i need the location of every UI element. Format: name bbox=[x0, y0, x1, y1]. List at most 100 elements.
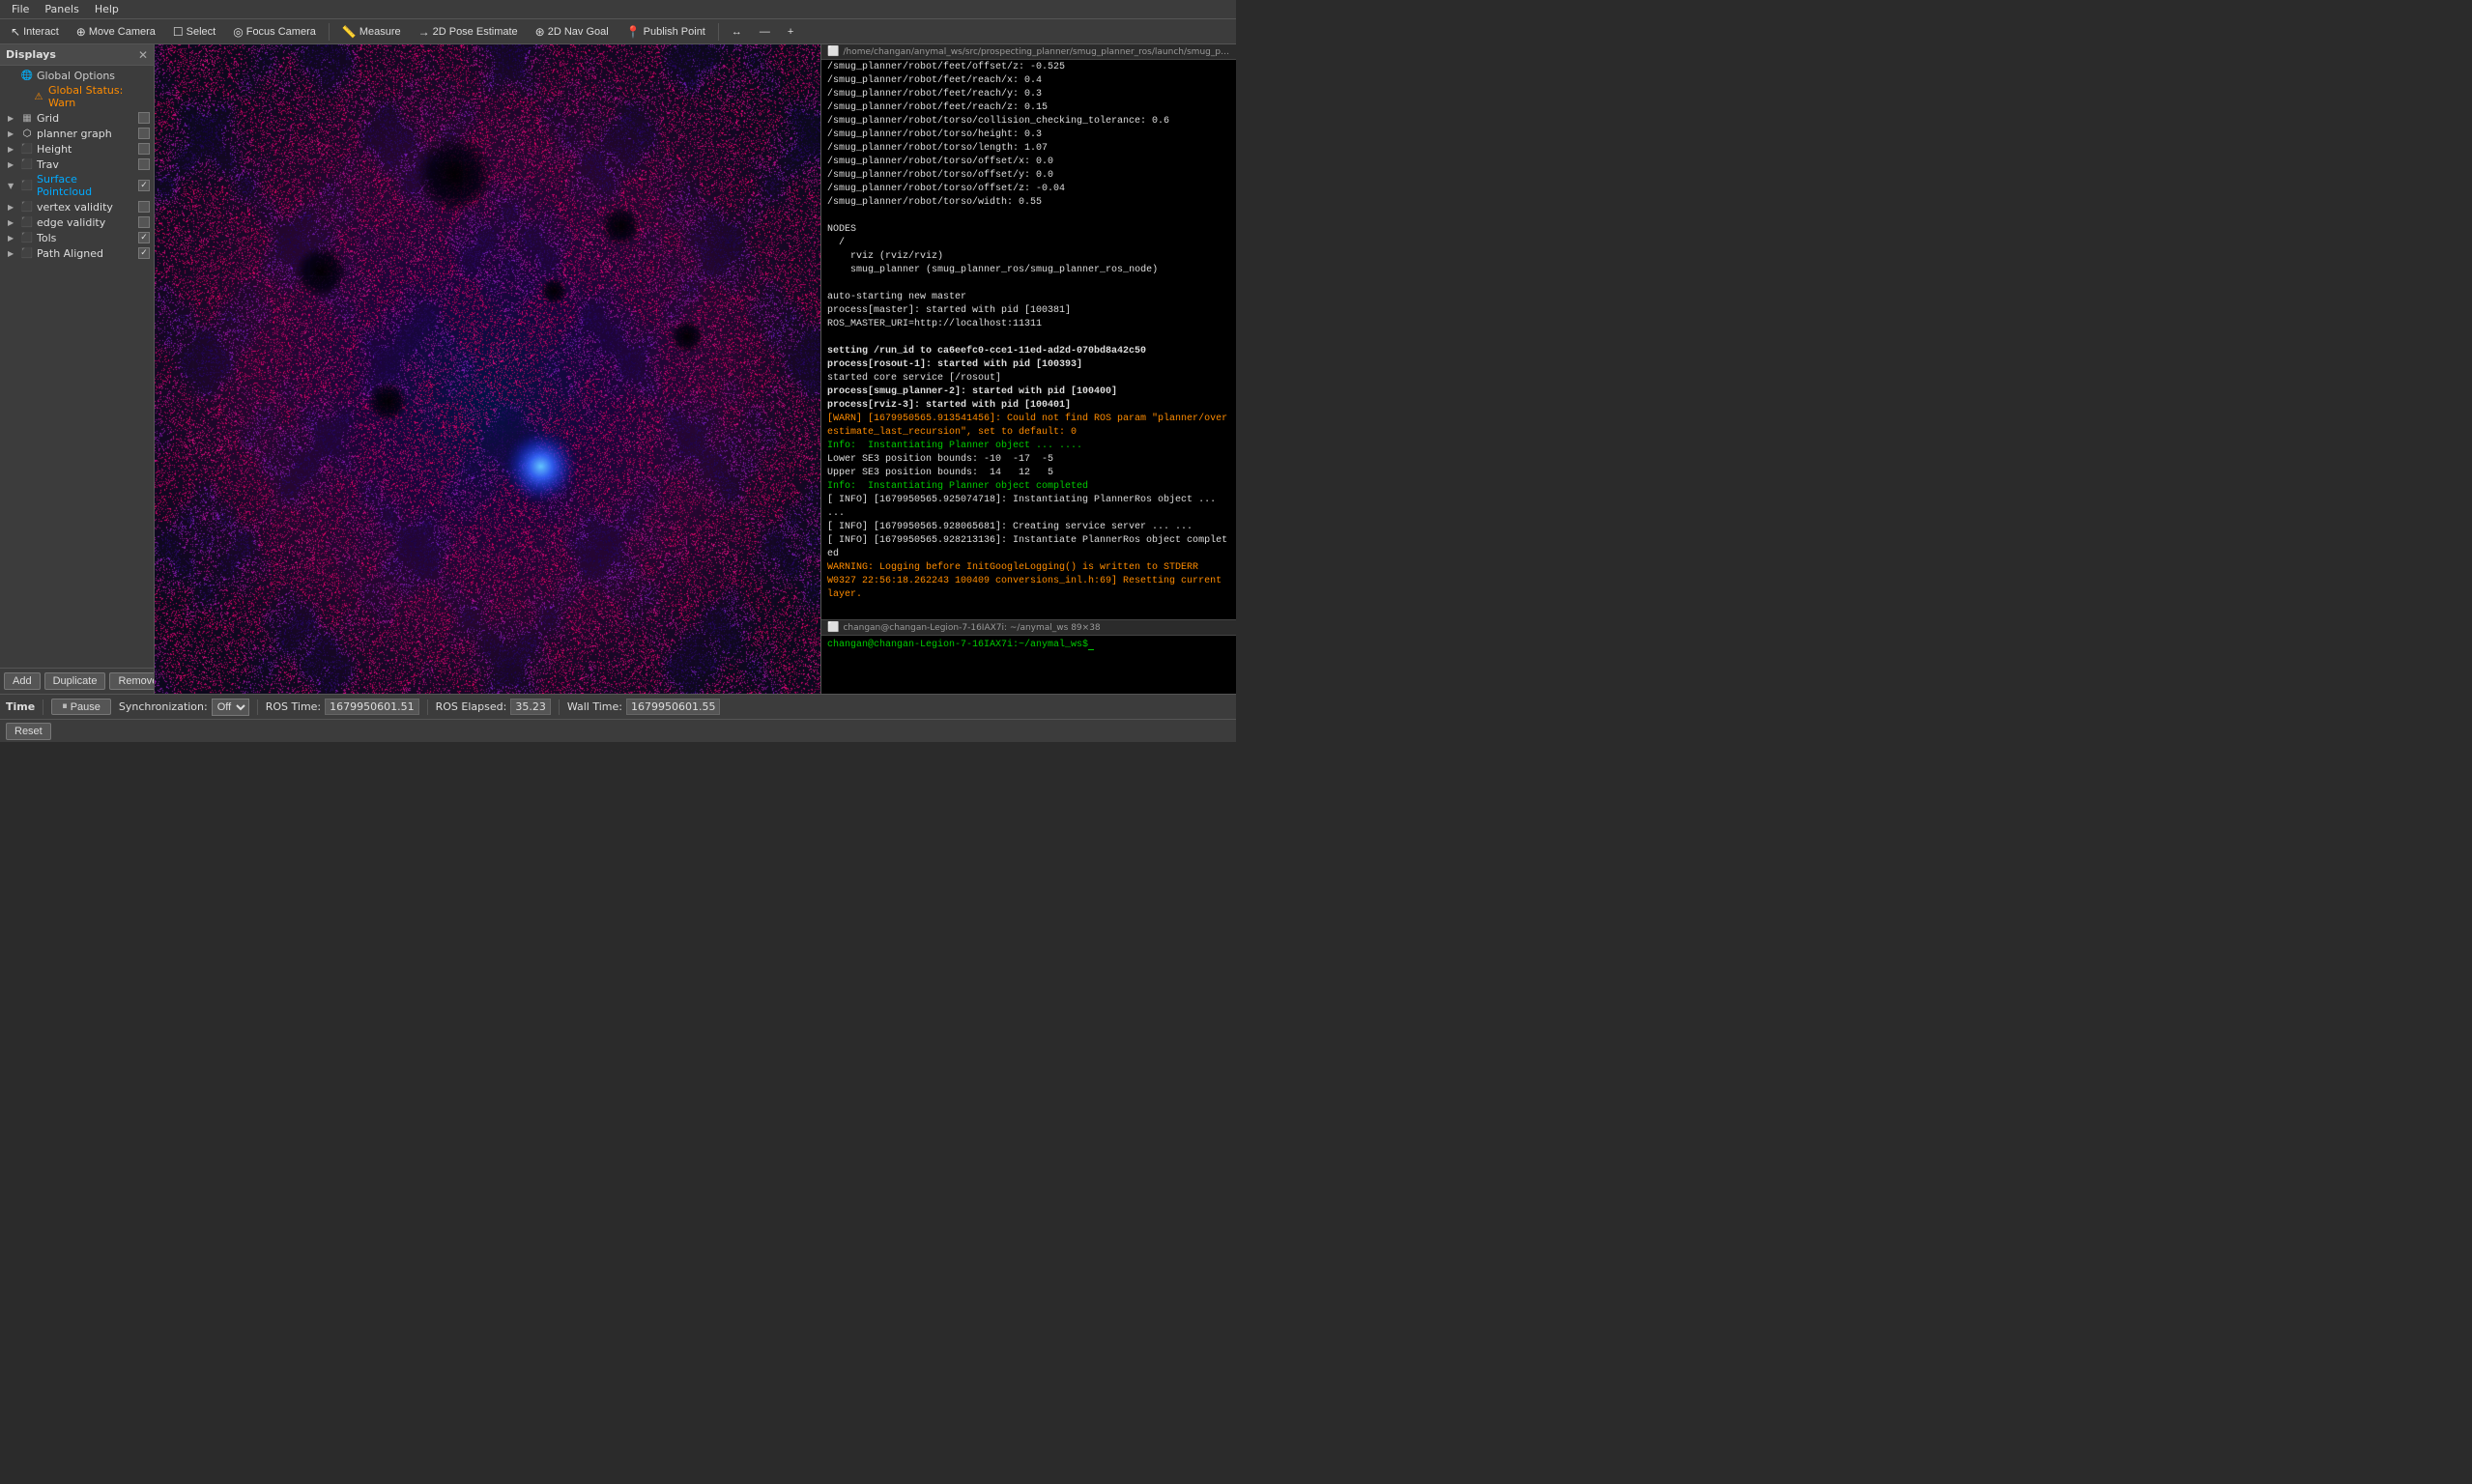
display-item-planner-graph[interactable]: ▶ ⬡ planner graph bbox=[0, 126, 154, 141]
display-item-edge-validity[interactable]: ▶ ⬛ edge validity bbox=[0, 214, 154, 230]
sync-select[interactable]: Off bbox=[212, 699, 249, 716]
toolbar-separator-1 bbox=[329, 23, 330, 41]
move-camera-icon: ⊕ bbox=[76, 25, 86, 39]
global-status-label: Global Status: Warn bbox=[48, 84, 150, 109]
extra-btn-3[interactable]: + bbox=[781, 23, 800, 41]
focus-camera-button[interactable]: ◎ Focus Camera bbox=[226, 22, 323, 42]
display-item-vertex-validity[interactable]: ▶ ⬛ vertex validity bbox=[0, 199, 154, 214]
surface-pointcloud-icon: ⬛ bbox=[20, 181, 34, 191]
expand-arrow-icon: ▼ bbox=[8, 182, 17, 190]
terminal-line: ROS_MASTER_URI=http://localhost:11311 bbox=[827, 318, 1230, 331]
vertex-validity-label: vertex validity bbox=[37, 201, 135, 214]
terminal-line: /smug_planner/robot/feet/reach/y: 0.3 bbox=[827, 88, 1230, 101]
terminal-line: /smug_planner/robot/torso/height: 0.3 bbox=[827, 128, 1230, 142]
planner-graph-label: planner graph bbox=[37, 128, 135, 140]
terminal-line: /smug_planner/robot/torso/collision_chec… bbox=[827, 115, 1230, 128]
global-options-label: Global Options bbox=[37, 70, 150, 82]
display-item-global-options[interactable]: 🌐 Global Options bbox=[0, 68, 154, 83]
terminal-line bbox=[827, 210, 1230, 223]
terminal-line: [ INFO] [1679950565.928065681]: Creating… bbox=[827, 521, 1230, 534]
terminal-line: process[rviz-3]: started with pid [10040… bbox=[827, 399, 1230, 413]
ros-elapsed-value: 35.23 bbox=[510, 699, 551, 715]
cursor-block: █ bbox=[1088, 640, 1094, 650]
height-checkbox[interactable] bbox=[138, 143, 150, 155]
vertex-validity-checkbox[interactable] bbox=[138, 201, 150, 213]
terminal-top-bar: ⬜ /home/changan/anymal_ws/src/prospectin… bbox=[821, 44, 1236, 60]
menu-file[interactable]: File bbox=[4, 1, 37, 17]
terminal-line: /smug_planner/robot/feet/reach/x: 0.4 bbox=[827, 74, 1230, 88]
path-aligned-checkbox[interactable] bbox=[138, 247, 150, 259]
terminal-line: WARNING: Logging before InitGoogleLoggin… bbox=[827, 561, 1230, 575]
extra-btn-1[interactable]: ↔ bbox=[725, 23, 749, 41]
duplicate-button[interactable]: Duplicate bbox=[44, 672, 106, 690]
displays-list: 🌐 Global Options ⚠ Global Status: Warn ▶… bbox=[0, 66, 154, 668]
expand-arrow-icon: ▶ bbox=[8, 160, 17, 169]
terminal-content[interactable]: /smug_planner/planner/traversability_thr… bbox=[821, 60, 1236, 619]
edge-validity-checkbox[interactable] bbox=[138, 216, 150, 228]
measure-icon: 📏 bbox=[342, 25, 357, 39]
terminal-line: /smug_planner/robot/torso/length: 1.07 bbox=[827, 142, 1230, 156]
display-item-surface-pointcloud[interactable]: ▼ ⬛ Surface Pointcloud bbox=[0, 172, 154, 199]
measure-button[interactable]: 📏 Measure bbox=[335, 22, 408, 42]
terminal-line: Upper SE3 position bounds: 14 12 5 bbox=[827, 467, 1230, 480]
ros-time-value: 1679950601.51 bbox=[325, 699, 418, 715]
display-item-global-status[interactable]: ⚠ Global Status: Warn bbox=[0, 83, 154, 110]
tols-label: Tols bbox=[37, 232, 135, 244]
display-item-grid[interactable]: ▶ ▦ Grid bbox=[0, 110, 154, 126]
interact-button[interactable]: ↖ Interact bbox=[4, 22, 66, 42]
display-item-tols[interactable]: ▶ ⬛ Tols bbox=[0, 230, 154, 245]
displays-header: Displays ✕ bbox=[0, 44, 154, 66]
display-item-path-aligned[interactable]: ▶ ⬛ Path Aligned bbox=[0, 245, 154, 261]
terminal-line: /smug_planner/robot/torso/offset/z: -0.0… bbox=[827, 183, 1230, 196]
extra-btn-2[interactable]: — bbox=[753, 23, 777, 41]
viewport[interactable] bbox=[155, 44, 820, 694]
path-aligned-label: Path Aligned bbox=[37, 247, 135, 260]
terminal-line: [ INFO] [1679950565.928213136]: Instanti… bbox=[827, 534, 1230, 561]
terminal-bottom[interactable]: changan@changan-Legion-7-16IAX7i:~/anyma… bbox=[821, 636, 1236, 694]
pause-button[interactable]: ⏸ Pause bbox=[51, 699, 111, 715]
terminal-line: Info: Instantiating Planner object compl… bbox=[827, 480, 1230, 494]
toolbar: ↖ Interact ⊕ Move Camera ☐ Select ◎ Focu… bbox=[0, 19, 1236, 44]
reset-button[interactable]: Reset bbox=[6, 723, 51, 740]
move-camera-button[interactable]: ⊕ Move Camera bbox=[70, 22, 162, 42]
planner-graph-icon: ⬡ bbox=[20, 128, 34, 139]
terminal-line: W0327 22:56:18.262243 100409 conversions… bbox=[827, 575, 1230, 602]
surface-pointcloud-checkbox[interactable] bbox=[138, 180, 150, 191]
tols-checkbox[interactable] bbox=[138, 232, 150, 243]
menu-help[interactable]: Help bbox=[87, 1, 127, 17]
edge-validity-label: edge validity bbox=[37, 216, 135, 229]
expand-arrow-icon: ▶ bbox=[8, 249, 17, 258]
terminal-line: /smug_planner/robot/feet/offset/z: -0.52… bbox=[827, 61, 1230, 74]
terminal-line: rviz (rviz/rviz) bbox=[827, 250, 1230, 264]
wall-time-value: 1679950601.55 bbox=[626, 699, 720, 715]
status-bar: Time ⏸ Pause Synchronization: Off ROS Ti… bbox=[0, 694, 1236, 719]
interact-icon: ↖ bbox=[11, 25, 20, 39]
planner-graph-checkbox[interactable] bbox=[138, 128, 150, 139]
pause-button-container: ⏸ Pause bbox=[51, 699, 111, 715]
expand-arrow-icon: ▶ bbox=[8, 218, 17, 227]
left-panel: Displays ✕ 🌐 Global Options ⚠ Global Sta… bbox=[0, 44, 155, 694]
terminal-line: /smug_planner/robot/feet/reach/z: 0.15 bbox=[827, 101, 1230, 115]
menu-panels[interactable]: Panels bbox=[37, 1, 86, 17]
terminal-line: NODES bbox=[827, 223, 1230, 237]
remove-button[interactable]: Remove bbox=[109, 672, 155, 690]
display-item-height[interactable]: ▶ ⬛ Height bbox=[0, 141, 154, 157]
terminal-line: auto-starting new master bbox=[827, 291, 1230, 304]
add-button[interactable]: Add bbox=[4, 672, 41, 690]
nav-goal-button[interactable]: ⊛ 2D Nav Goal bbox=[529, 22, 616, 42]
panel-buttons: Add Duplicate Remove Rename bbox=[0, 668, 154, 694]
pointcloud-canvas[interactable] bbox=[155, 44, 820, 694]
surface-pointcloud-label: Surface Pointcloud bbox=[37, 173, 135, 198]
ros-time-container: ROS Time: 1679950601.51 bbox=[266, 699, 419, 715]
select-button[interactable]: ☐ Select bbox=[166, 22, 222, 42]
trav-checkbox[interactable] bbox=[138, 158, 150, 170]
publish-point-button[interactable]: 📍 Publish Point bbox=[619, 22, 712, 42]
grid-icon: ▦ bbox=[20, 113, 34, 124]
display-item-trav[interactable]: ▶ ⬛ Trav bbox=[0, 157, 154, 172]
terminal-line: [WARN] [1679950565.913541456]: Could not… bbox=[827, 413, 1230, 440]
pose-estimate-button[interactable]: → 2D Pose Estimate bbox=[412, 22, 525, 42]
grid-checkbox[interactable] bbox=[138, 112, 150, 124]
close-panel-icon[interactable]: ✕ bbox=[138, 48, 148, 62]
main-content: Displays ✕ 🌐 Global Options ⚠ Global Sta… bbox=[0, 44, 1236, 694]
trav-label: Trav bbox=[37, 158, 135, 171]
